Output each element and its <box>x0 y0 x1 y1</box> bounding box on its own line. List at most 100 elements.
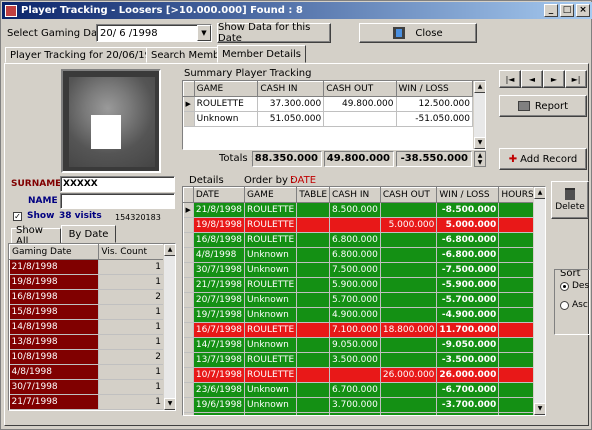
summary-header-cashin[interactable]: CASH IN <box>257 81 325 97</box>
details-cell[interactable]: ROULETTE <box>244 217 298 233</box>
visit-date-cell[interactable]: 21/7/1998 <box>9 394 100 410</box>
details-cell[interactable] <box>329 367 381 383</box>
details-row[interactable]: 20/7/1998 Unknown 5.700.000 -5.700.000 <box>183 292 537 308</box>
details-cell[interactable]: Unknown <box>244 247 298 263</box>
details-cell[interactable] <box>498 337 537 353</box>
details-header-hours[interactable]: HOURS <box>498 187 537 203</box>
visit-row[interactable]: 19/8/1998 1 <box>9 274 164 290</box>
row-indicator[interactable] <box>183 111 195 127</box>
row-indicator[interactable] <box>183 367 194 383</box>
details-cell[interactable]: 4.900.000 <box>329 307 381 323</box>
visit-count-cell[interactable]: 1 <box>98 274 164 290</box>
details-row[interactable]: 30/7/1998 Unknown 7.500.000 -7.500.000 <box>183 262 537 278</box>
row-indicator[interactable] <box>183 232 194 248</box>
show-data-button[interactable]: Show Data for this Date <box>217 22 331 44</box>
details-cell[interactable]: Unknown <box>244 337 298 353</box>
tab-player-tracking[interactable]: Player Tracking for 20/06/1998 <box>5 47 169 63</box>
row-indicator[interactable] <box>183 247 194 263</box>
tab-show-all[interactable]: Show All <box>11 225 61 247</box>
visit-date-cell[interactable]: 14/8/1998 <box>9 319 100 335</box>
details-header-cashout[interactable]: CASH OUT <box>379 187 438 203</box>
details-cell[interactable]: 14/7/1998 <box>193 337 246 353</box>
details-cell[interactable]: -6.800.000 <box>436 232 500 248</box>
details-cell[interactable] <box>498 307 537 323</box>
details-cell[interactable] <box>296 397 331 413</box>
add-record-button[interactable]: ✚ Add Record <box>499 148 587 170</box>
details-row[interactable]: 14/7/1998 Unknown 9.050.000 -9.050.000 <box>183 337 537 353</box>
details-cell[interactable] <box>498 262 537 278</box>
details-cell[interactable] <box>498 352 537 368</box>
details-cell[interactable] <box>498 382 537 398</box>
details-cell[interactable] <box>296 322 331 338</box>
scroll-up-icon[interactable]: ▲ <box>474 81 485 93</box>
summary-cell[interactable] <box>323 111 397 127</box>
details-cell[interactable] <box>296 382 331 398</box>
details-cell[interactable] <box>380 202 438 218</box>
row-indicator[interactable] <box>183 217 194 233</box>
details-header-table[interactable]: TABLE <box>296 187 331 203</box>
details-row[interactable]: 13/7/1998 ROULETTE 3.500.000 -3.500.000 <box>183 352 537 368</box>
details-cell[interactable] <box>498 232 537 248</box>
details-cell[interactable] <box>296 247 331 263</box>
surname-field[interactable]: XXXXX <box>60 176 175 192</box>
details-cell[interactable] <box>296 262 331 278</box>
details-cell[interactable]: Unknown <box>244 292 298 308</box>
visit-header-count[interactable]: Vis. Count <box>98 244 164 260</box>
details-cell[interactable]: 19/7/1998 <box>193 307 246 323</box>
details-row[interactable]: 19/6/1998 Unknown 3.700.000 -3.700.000 <box>183 397 537 413</box>
summary-cell[interactable]: 12.500.000 <box>396 96 473 112</box>
summary-row[interactable]: ▶ ROULETTE 37.300.000 49.800.000 12.500.000 <box>183 96 473 112</box>
visit-date-cell[interactable]: 19/8/1998 <box>9 274 100 290</box>
details-cell[interactable]: Unknown <box>244 397 298 413</box>
details-cell[interactable]: -3.000.000 <box>436 412 500 415</box>
visit-scrollbar[interactable]: ▲ ▼ <box>163 244 175 410</box>
report-button[interactable]: Report <box>499 95 587 117</box>
visit-row[interactable]: 21/7/1998 1 <box>9 394 164 410</box>
details-cell[interactable]: 5.700.000 <box>329 292 381 308</box>
details-cell[interactable]: 8.500.000 <box>329 202 381 218</box>
details-cell[interactable]: 9.050.000 <box>329 337 381 353</box>
details-row[interactable]: 19/7/1998 Unknown 4.900.000 -4.900.000 <box>183 307 537 323</box>
details-cell[interactable]: 20/7/1998 <box>193 292 246 308</box>
details-cell[interactable] <box>380 412 438 415</box>
details-cell[interactable]: 5.000.000 <box>380 217 438 233</box>
details-header-cashin[interactable]: CASH IN <box>329 187 381 203</box>
details-cell[interactable]: 7.500.000 <box>329 262 381 278</box>
details-cell[interactable] <box>296 307 331 323</box>
close-window-button[interactable]: × <box>576 4 590 17</box>
details-cell[interactable] <box>296 202 331 218</box>
visit-row[interactable]: 14/8/1998 1 <box>9 319 164 335</box>
details-cell[interactable] <box>498 367 537 383</box>
details-cell[interactable]: 3.700.000 <box>329 397 381 413</box>
details-cell[interactable] <box>380 382 438 398</box>
details-cell[interactable]: -3.700.000 <box>436 397 500 413</box>
details-cell[interactable] <box>296 337 331 353</box>
visit-row[interactable]: 10/8/1998 2 <box>9 349 164 365</box>
details-cell[interactable] <box>498 202 537 218</box>
details-cell[interactable]: ROULETTE <box>244 367 298 383</box>
row-indicator[interactable] <box>183 292 194 308</box>
scroll-up-icon[interactable]: ▲ <box>164 244 175 256</box>
row-indicator[interactable] <box>183 397 194 413</box>
nav-first-button[interactable]: |◄ <box>499 70 521 88</box>
title-bar[interactable]: Player Tracking - Loosers [>10.000.000] … <box>2 2 592 19</box>
details-cell[interactable]: 17/6/1998 <box>193 412 246 415</box>
nav-last-button[interactable]: ►| <box>565 70 587 88</box>
details-cell[interactable]: 23/6/1998 <box>193 382 246 398</box>
row-indicator[interactable]: ▶ <box>183 202 194 218</box>
details-cell[interactable] <box>498 412 537 415</box>
details-row[interactable]: 16/7/1998 ROULETTE 7.100.000 18.800.000 11.7… <box>183 322 537 338</box>
details-cell[interactable] <box>380 292 438 308</box>
details-cell[interactable] <box>380 397 438 413</box>
visit-count-cell[interactable]: 1 <box>98 259 164 275</box>
chevron-down-icon[interactable]: ▼ <box>197 25 211 41</box>
row-indicator[interactable] <box>183 277 194 293</box>
details-cell[interactable]: ROULETTE <box>244 352 298 368</box>
visit-count-cell[interactable]: 1 <box>98 334 164 350</box>
summary-header-cashout[interactable]: CASH OUT <box>323 81 397 97</box>
visit-date-cell[interactable]: 15/8/1998 <box>9 304 100 320</box>
details-row[interactable]: 19/8/1998 ROULETTE 5.000.000 5.000.000 <box>183 217 537 233</box>
details-cell[interactable] <box>498 292 537 308</box>
tab-member-details[interactable]: Member Details <box>217 45 306 63</box>
details-cell[interactable]: 7.100.000 <box>329 322 381 338</box>
